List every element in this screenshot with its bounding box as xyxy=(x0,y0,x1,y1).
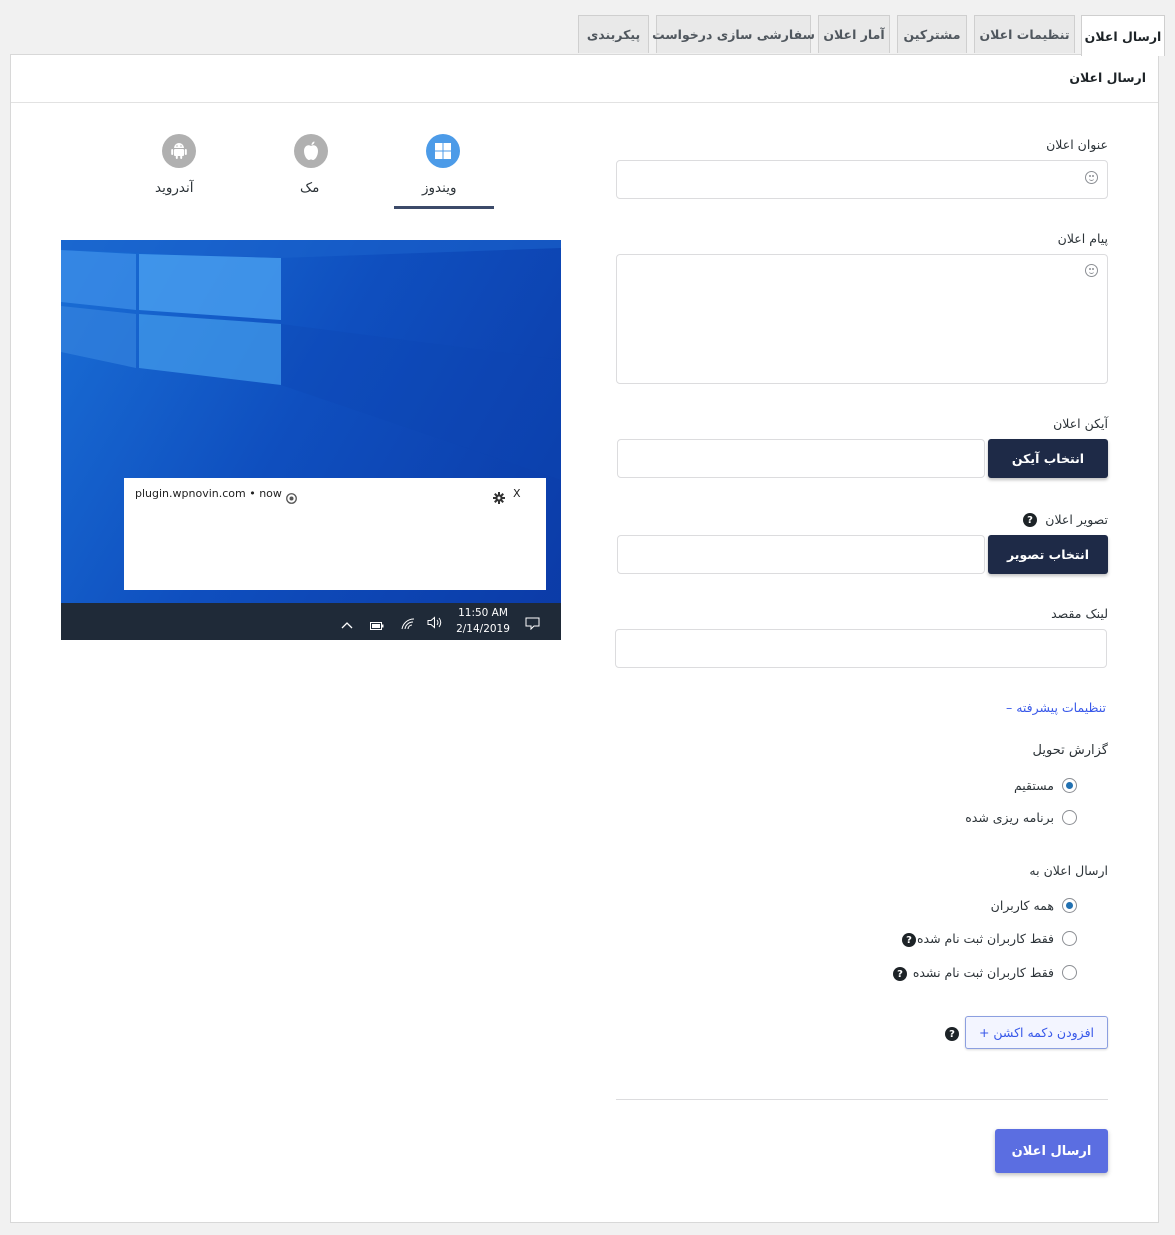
help-icon[interactable]: ? xyxy=(1023,513,1037,527)
advanced-settings-toggle[interactable]: – تنظیمات پیشرفته xyxy=(1006,700,1106,715)
message-textarea[interactable] xyxy=(616,254,1108,384)
help-icon[interactable]: ? xyxy=(902,933,916,947)
submit-button[interactable]: ارسال اعلان xyxy=(995,1129,1108,1173)
apple-icon[interactable] xyxy=(294,134,328,168)
radio-scheduled-label: برنامه ریزی شده xyxy=(965,810,1054,825)
page-title: ارسال اعلان xyxy=(1069,70,1146,85)
chrome-icon xyxy=(286,489,297,504)
taskbar: 11:50 AM 2/14/2019 xyxy=(61,603,561,640)
tab-configuration[interactable]: پیکربندی xyxy=(578,15,649,53)
android-icon[interactable] xyxy=(162,134,196,168)
radio-all-users[interactable] xyxy=(1062,898,1077,913)
image-url-input[interactable] xyxy=(617,535,985,574)
platform-tab-windows[interactable]: ویندوز xyxy=(422,180,456,196)
notification-source: plugin.wpnovin.com • now xyxy=(135,487,282,500)
notification-popup: plugin.wpnovin.com • now X xyxy=(124,478,546,590)
radio-unregistered-users-label: فقط کاربران ثبت نام نشده xyxy=(912,965,1054,980)
volume-icon[interactable] xyxy=(427,614,443,633)
wifi-icon[interactable] xyxy=(401,615,415,634)
chevron-up-icon[interactable] xyxy=(341,615,353,634)
image-label: تصویر اعلان xyxy=(1045,512,1108,527)
gear-icon[interactable] xyxy=(493,489,505,504)
platform-tab-android[interactable]: آندروید xyxy=(155,180,193,196)
divider xyxy=(616,1099,1108,1100)
send-to-label: ارسال اعلان به xyxy=(1029,863,1108,878)
battery-icon[interactable] xyxy=(370,616,384,635)
help-icon[interactable]: ? xyxy=(893,967,907,981)
select-image-button[interactable]: انتخاب تصویر xyxy=(988,535,1108,574)
select-icon-button[interactable]: انتخاب آیکن xyxy=(988,439,1108,478)
tab-notification-settings[interactable]: تنظیمات اعلان xyxy=(974,15,1075,53)
windows-desktop-preview: plugin.wpnovin.com • now X 11:50 AM 2/14… xyxy=(61,240,561,640)
radio-scheduled[interactable] xyxy=(1062,810,1077,825)
radio-registered-users[interactable] xyxy=(1062,931,1077,946)
icon-label: آیکن اعلان xyxy=(1053,416,1108,431)
platform-tab-mac[interactable]: مک xyxy=(300,180,319,196)
active-tab-underline xyxy=(394,206,494,209)
tab-send-notification[interactable]: ارسال اعلان xyxy=(1081,15,1165,56)
panel-header: ارسال اعلان xyxy=(11,55,1158,103)
link-input[interactable] xyxy=(615,629,1107,668)
tab-stats[interactable]: آمار اعلان xyxy=(818,15,890,53)
message-label: پیام اعلان xyxy=(1057,231,1108,246)
title-label: عنوان اعلان xyxy=(1046,137,1108,152)
tab-subscribers[interactable]: مشترکین xyxy=(897,15,967,53)
tab-request-customization[interactable]: سفارشی سازی درخواست xyxy=(652,15,815,53)
emoji-icon[interactable] xyxy=(1085,264,1098,277)
action-center-icon[interactable] xyxy=(525,615,540,634)
radio-direct[interactable] xyxy=(1062,778,1077,793)
taskbar-time: 11:50 AM xyxy=(458,607,508,619)
link-label: لینک مقصد xyxy=(1051,606,1108,621)
emoji-icon[interactable] xyxy=(1085,171,1098,184)
windows-icon[interactable] xyxy=(426,134,460,168)
taskbar-date: 2/14/2019 xyxy=(456,623,510,635)
radio-registered-users-label: فقط کاربران ثبت نام شده xyxy=(916,931,1054,946)
close-icon[interactable]: X xyxy=(513,487,521,500)
radio-unregistered-users[interactable] xyxy=(1062,965,1077,980)
radio-direct-label: مستقیم xyxy=(1013,778,1054,793)
delivery-report-label: گزارش تحویل xyxy=(1032,743,1108,758)
title-input[interactable] xyxy=(616,160,1108,199)
help-icon[interactable]: ? xyxy=(945,1027,959,1041)
radio-all-users-label: همه کاربران xyxy=(990,898,1054,913)
add-action-button[interactable]: + افزودن دکمه اکشن xyxy=(965,1016,1108,1049)
icon-url-input[interactable] xyxy=(617,439,985,478)
